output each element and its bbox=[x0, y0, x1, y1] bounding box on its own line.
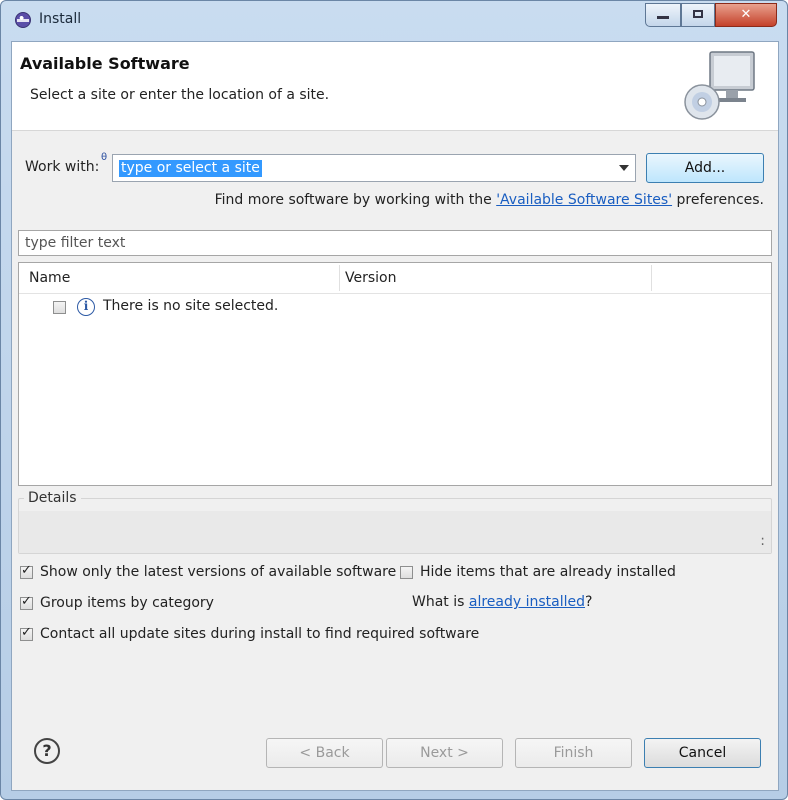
contact-all-sites-label[interactable]: Contact all update sites during install … bbox=[40, 626, 479, 642]
what-is-prefix: What is bbox=[412, 594, 469, 610]
close-button[interactable]: ✕ bbox=[715, 3, 777, 27]
tree-row-text: There is no site selected. bbox=[103, 298, 279, 314]
wizard-banner: Available Software Select a site or ente… bbox=[12, 42, 778, 131]
back-button[interactable]: < Back bbox=[266, 738, 383, 768]
info-icon: i bbox=[77, 298, 95, 316]
page-description: Select a site or enter the location of a… bbox=[30, 87, 330, 103]
row-checkbox[interactable] bbox=[53, 301, 66, 314]
dialog-client-area: Available Software Select a site or ente… bbox=[11, 41, 779, 791]
chevron-down-icon[interactable] bbox=[619, 165, 629, 171]
find-more-suffix: preferences. bbox=[672, 192, 765, 208]
title-bar[interactable]: Install ✕ bbox=[1, 1, 787, 39]
hide-installed-checkbox[interactable] bbox=[400, 566, 413, 579]
tree-header: Name Version bbox=[19, 263, 771, 294]
already-installed-link[interactable]: already installed bbox=[469, 594, 585, 610]
software-tree[interactable]: Name Version i There is no site selected… bbox=[18, 262, 772, 486]
show-latest-checkbox[interactable] bbox=[20, 563, 33, 579]
contact-all-sites-checkbox[interactable] bbox=[20, 625, 33, 641]
hide-installed-label[interactable]: Hide items that are already installed bbox=[420, 564, 676, 580]
column-divider[interactable] bbox=[651, 265, 652, 291]
details-text-area[interactable]: : bbox=[19, 511, 771, 553]
details-group: : bbox=[18, 498, 772, 554]
what-is-suffix: ? bbox=[585, 594, 593, 610]
work-with-label: Work with: bbox=[25, 159, 100, 175]
find-more-prefix: Find more software by working with the bbox=[214, 192, 497, 208]
maximize-icon bbox=[693, 10, 703, 18]
group-by-category-label[interactable]: Group items by category bbox=[40, 595, 214, 611]
help-icon[interactable]: ? bbox=[34, 738, 60, 764]
cancel-button[interactable]: Cancel bbox=[644, 738, 761, 768]
column-header-name[interactable]: Name bbox=[29, 270, 70, 286]
window-title: Install bbox=[39, 11, 82, 27]
work-with-combo[interactable]: type or select a site bbox=[112, 154, 636, 182]
filter-input[interactable]: type filter text bbox=[18, 230, 772, 256]
minimize-button[interactable] bbox=[645, 3, 681, 27]
column-divider[interactable] bbox=[339, 265, 340, 291]
work-with-value[interactable]: type or select a site bbox=[119, 160, 262, 177]
column-header-version[interactable]: Version bbox=[345, 270, 396, 286]
show-latest-label[interactable]: Show only the latest versions of availab… bbox=[40, 564, 396, 580]
find-more-text: Find more software by working with the '… bbox=[215, 192, 764, 208]
maximize-button[interactable] bbox=[681, 3, 715, 27]
add-button[interactable]: Add... bbox=[646, 153, 764, 183]
eclipse-icon bbox=[15, 12, 31, 28]
finish-button[interactable]: Finish bbox=[515, 738, 632, 768]
what-is-installed-text: What is already installed? bbox=[412, 594, 592, 610]
page-title: Available Software bbox=[20, 54, 190, 73]
details-scroll-grip[interactable]: : bbox=[760, 533, 765, 549]
next-button[interactable]: Next > bbox=[386, 738, 503, 768]
available-software-sites-link[interactable]: 'Available Software Sites' bbox=[496, 192, 672, 208]
install-wizard-graphic-icon bbox=[684, 51, 755, 120]
details-label: Details bbox=[24, 490, 81, 506]
minimize-icon bbox=[657, 16, 669, 19]
install-window: Install ✕ Available Software Select a si… bbox=[0, 0, 788, 800]
group-by-category-checkbox[interactable] bbox=[20, 594, 33, 610]
content-assist-icon: θ bbox=[101, 152, 108, 163]
